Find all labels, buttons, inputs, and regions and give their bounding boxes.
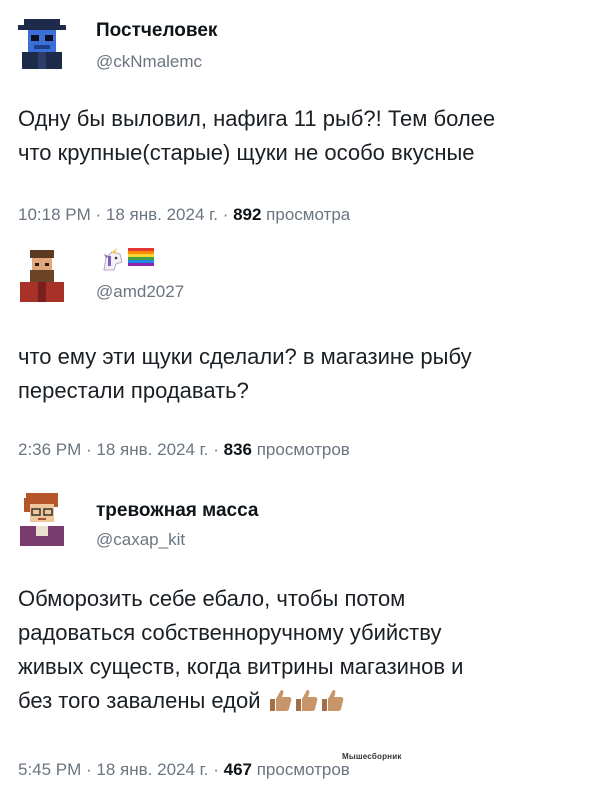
thumbs-up-icon: [293, 688, 319, 722]
user-handle[interactable]: @ckNmalemc: [96, 52, 202, 72]
tweet-text: Одну бы выловил, нафига 11 рыб?! Тем бол…: [18, 102, 578, 170]
tweet-text: Обморозить себе ебало, чтобы потом радов…: [18, 582, 578, 722]
tweet-text-line: живых существ, когда витрины магазинов и: [18, 654, 464, 679]
thumbs-up-icon: [319, 688, 345, 722]
user-handle[interactable]: @caxap_kit: [96, 530, 185, 550]
tweet-text: что ему эти щуки сделали? в магазине рыб…: [18, 340, 578, 408]
view-label: просмотра: [261, 205, 351, 224]
tweet-2: @amd2027 что ему эти щуки сделали? в маг…: [0, 230, 589, 480]
view-count: 836: [223, 440, 252, 459]
avatar[interactable]: [14, 246, 70, 302]
unicorn-emoji: [100, 248, 126, 277]
timestamp[interactable]: 5:45 PM · 18 янв. 2024 г. ·: [18, 760, 224, 779]
view-count: 467: [223, 760, 252, 779]
tweet-meta: 5:45 PM · 18 янв. 2024 г. · 467 просмотр…: [18, 760, 350, 780]
tweet-meta: 10:18 PM · 18 янв. 2024 г. · 892 просмот…: [18, 205, 350, 225]
tweet-text-line: перестали продавать?: [18, 378, 249, 403]
rainbow-flag-emoji: [128, 248, 154, 277]
tweet-text-line: без того завалены едой: [18, 684, 578, 722]
user-handle[interactable]: @amd2027: [96, 282, 184, 302]
display-name[interactable]: тревожная масса: [96, 500, 258, 522]
tweet-text-line: Обморозить себе ебало, чтобы потом: [18, 586, 406, 611]
timestamp[interactable]: 2:36 PM · 18 янв. 2024 г. ·: [18, 440, 224, 459]
view-label: просмотров: [252, 760, 350, 779]
tweet-text-line-text: без того завалены едой: [18, 688, 261, 713]
view-label: просмотров: [252, 440, 350, 459]
tweet-text-line: что ему эти щуки сделали? в магазине рыб…: [18, 344, 472, 369]
tweet-text-line: что крупные(старые) щуки не особо вкусны…: [18, 140, 475, 165]
tweet-text-line: радоваться собственноручному убийству: [18, 620, 442, 645]
tweet-3: тревожная масса @caxap_kit Обморозить се…: [0, 480, 589, 800]
tweet-text-line: Одну бы выловил, нафига 11 рыб?! Тем бол…: [18, 106, 496, 131]
view-count: 892: [233, 205, 262, 224]
display-name-emoji[interactable]: [100, 248, 154, 277]
tweet-meta: 2:36 PM · 18 янв. 2024 г. · 836 просмотр…: [18, 440, 350, 460]
watermark: Мышесборник: [342, 752, 402, 761]
display-name[interactable]: Постчеловек: [96, 20, 217, 42]
timestamp[interactable]: 10:18 PM · 18 янв. 2024 г. ·: [18, 205, 233, 224]
avatar[interactable]: [14, 13, 70, 69]
avatar[interactable]: [14, 490, 70, 546]
thumbs-up-icon: [267, 688, 293, 722]
tweet-1: Постчеловек @ckNmalemc Одну бы выловил, …: [0, 0, 589, 230]
